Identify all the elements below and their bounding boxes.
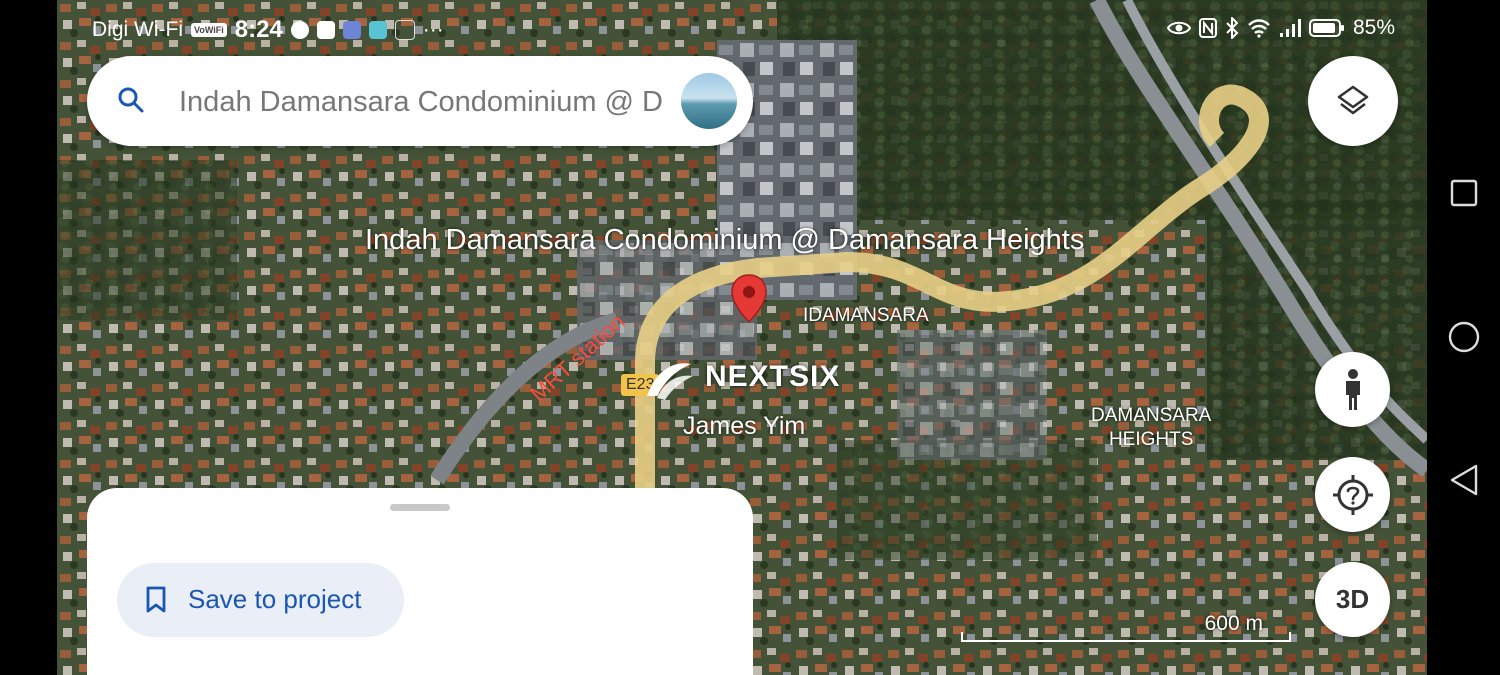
damansara-heights-line1: DAMANSARA — [1091, 405, 1212, 426]
nfc-icon — [1198, 18, 1217, 38]
square-icon — [1450, 179, 1478, 207]
search-bar[interactable] — [87, 56, 753, 146]
carrier-label: Digi Wi-Fi — [92, 18, 183, 41]
3d-toggle-button[interactable]: 3D — [1315, 562, 1390, 637]
damansara-heights-label[interactable]: DAMANSARA HEIGHTS — [1091, 404, 1211, 452]
nextsix-logo-mark — [647, 363, 693, 400]
idamansara-label[interactable]: IDAMANSARA — [803, 305, 929, 327]
clock: 8:24 — [234, 16, 283, 43]
map-scale: 600 m — [961, 612, 1291, 642]
damansara-heights-line2: HEIGHTS — [1108, 429, 1194, 450]
location-unknown-icon — [1332, 474, 1373, 515]
chrome-notification-icon — [290, 21, 309, 39]
pegman-icon — [1345, 368, 1360, 410]
nextsix-logo: NEXTSIX — [643, 350, 863, 402]
vowifi-badge: VoWiFi — [190, 23, 227, 37]
search-icon[interactable] — [117, 86, 145, 114]
bookmark-icon — [146, 586, 166, 613]
secret-notification-icon — [394, 20, 415, 40]
save-to-project-button[interactable]: Save to project — [117, 563, 404, 637]
layers-button[interactable] — [1308, 56, 1398, 146]
more-notifications-icon: ··· — [422, 18, 444, 41]
layers-icon — [1337, 85, 1369, 115]
save-to-project-label: Save to project — [188, 584, 362, 614]
q-app-notification-icon — [368, 21, 387, 39]
my-location-button[interactable] — [1315, 457, 1390, 532]
scale-bar — [961, 632, 1291, 642]
circle-icon — [1448, 321, 1480, 353]
bottom-sheet[interactable]: Save to project — [87, 488, 753, 675]
sheet-drag-handle[interactable] — [390, 504, 450, 511]
home-button[interactable] — [1448, 321, 1480, 353]
phone-screen: Indah Damansara Condominium @ Damansara … — [57, 0, 1427, 675]
james-yim-label: James Yim — [683, 412, 806, 440]
street-view-button[interactable] — [1315, 352, 1390, 427]
eye-icon — [1166, 21, 1191, 35]
recents-button[interactable] — [1448, 177, 1480, 209]
battery-percent: 85% — [1352, 16, 1395, 39]
place-title-label[interactable]: Indah Damansara Condominium @ Damansara … — [365, 224, 1084, 257]
3d-label: 3D — [1335, 584, 1370, 614]
wifi-icon — [1248, 19, 1270, 38]
status-bar: Digi Wi-Fi VoWiFi 8:24 ··· 85% — [57, 8, 1427, 48]
bluetooth-icon — [1226, 17, 1239, 39]
battery-icon — [1308, 19, 1344, 37]
dropbox-notification-icon — [342, 21, 361, 39]
search-input[interactable] — [177, 83, 667, 121]
back-button[interactable] — [1448, 464, 1480, 496]
android-nav-bar — [1428, 0, 1500, 675]
location-pin-icon[interactable] — [731, 274, 767, 324]
triangle-back-icon — [1450, 464, 1478, 496]
app-w-notification-icon — [316, 21, 335, 39]
signal-icon — [1279, 19, 1301, 37]
avatar[interactable] — [681, 73, 737, 129]
nextsix-brand-text: NEXTSIX — [705, 360, 841, 393]
